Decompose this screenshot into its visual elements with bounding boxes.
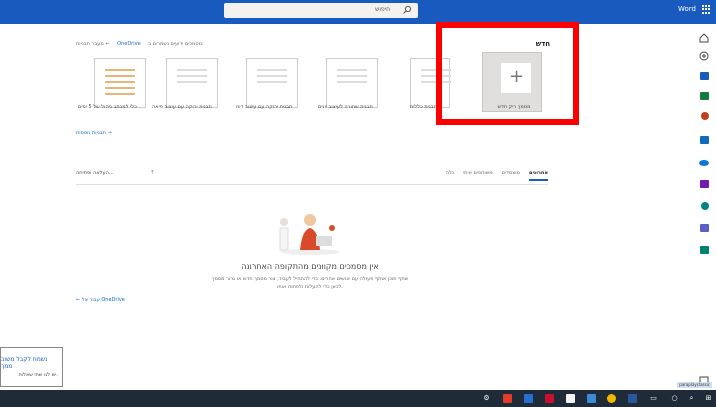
- taskbar: ⚙ ▭ ○ ⌕ ⊞: [0, 390, 716, 407]
- app-title: Word: [678, 5, 696, 13]
- tooltip: paraplayclassic: [677, 382, 712, 388]
- search-input[interactable]: חיפוש: [224, 3, 418, 18]
- sharepoint-icon[interactable]: [698, 200, 710, 212]
- save-location-label: מסמכים ידועים נשמרים ב:: [148, 41, 204, 47]
- top-bar: חיפוש Word: [0, 0, 716, 24]
- outlook-icon[interactable]: [698, 134, 710, 146]
- more-templates-link-bottom[interactable]: תבניות נוספות →: [76, 130, 112, 136]
- word-icon[interactable]: [692, 70, 710, 82]
- app-icon[interactable]: [545, 394, 554, 403]
- template-label: תבנית ירוקה עם עיצוב דוח: [236, 104, 293, 110]
- toast-text: יש לנו שתי שאלות.: [18, 372, 58, 378]
- template-label: תבנית כללית: [410, 104, 437, 110]
- tab-recent[interactable]: אחרונים: [528, 170, 548, 181]
- acrobat-icon[interactable]: [503, 394, 512, 403]
- app-launcher-icon[interactable]: [702, 5, 711, 14]
- upload-open-button[interactable]: העלאה ופתיחה... ⤒: [76, 170, 153, 176]
- powerpoint-icon[interactable]: [698, 110, 710, 122]
- onedrive-location-link[interactable]: OneDrive: [117, 41, 141, 47]
- word-icon[interactable]: [628, 394, 637, 403]
- file-tabs: אחרונים מוצמדים משותפים איתי גלה: [446, 170, 548, 181]
- upload-label: העלאה ופתיחה...: [76, 170, 114, 176]
- mail-icon[interactable]: [587, 394, 596, 403]
- empty-state-title: אין מסמכים מקוונים מהתקופה האחרונה: [241, 262, 379, 271]
- taskview-icon[interactable]: ▭: [649, 394, 658, 403]
- template-card[interactable]: [94, 58, 146, 108]
- template-card[interactable]: [166, 58, 218, 108]
- go-to-onedrive-link[interactable]: ← עבור אל OneDrive: [76, 297, 125, 303]
- tab-pinned[interactable]: מוצמדים: [502, 170, 520, 181]
- sway-icon[interactable]: [698, 244, 710, 256]
- template-label: כלי למכתב ניהול של 5 ימים: [78, 104, 137, 110]
- upload-icon: ⤒: [151, 170, 154, 176]
- search-icon: [402, 5, 412, 15]
- cortana-icon[interactable]: ○: [670, 394, 679, 403]
- highlight-box: [436, 22, 579, 125]
- search-placeholder: חיפוש: [375, 6, 390, 13]
- chrome-icon[interactable]: [607, 394, 616, 403]
- empty-state-text: שתף תוכן ושתף פעולה עם אנשים אחרים. כדי …: [211, 276, 409, 282]
- store-icon[interactable]: [566, 394, 575, 403]
- teams-icon[interactable]: [698, 222, 710, 234]
- more-templates-link[interactable]: מעבר תבניות ←: [76, 41, 110, 47]
- empty-state-text-2: לכאן כדי להעלות ולפתוח אותו.: [277, 284, 343, 290]
- divider: [76, 184, 548, 185]
- settings-icon[interactable]: ⚙: [482, 394, 491, 403]
- onedrive-icon[interactable]: [698, 156, 710, 168]
- onenote-icon[interactable]: [698, 178, 710, 190]
- start-icon[interactable]: ⊞: [704, 394, 713, 403]
- new-icon[interactable]: [698, 50, 710, 62]
- home-icon[interactable]: [698, 32, 710, 44]
- template-label: תבנית שחורה לעיצוב יונים: [318, 104, 373, 110]
- tab-shared[interactable]: משותפים איתי: [463, 170, 493, 181]
- empty-state-illustration: [270, 208, 350, 256]
- search-icon[interactable]: ⌕: [687, 394, 696, 403]
- toast-title: נשמח לקבל משוב ממך: [1, 356, 48, 370]
- template-card[interactable]: [246, 58, 298, 108]
- header-links: מעבר תבניות ← OneDrive מסמכים ידועים נשמ…: [76, 41, 210, 47]
- template-label: תבנית ירוקה עם עיצוב פיאה: [152, 104, 212, 110]
- tab-discover[interactable]: גלה: [446, 170, 454, 181]
- template-card[interactable]: [326, 58, 378, 108]
- feedback-toast[interactable]: נשמח לקבל משוב ממך יש לנו שתי שאלות.: [0, 347, 63, 387]
- app-icon[interactable]: [524, 394, 533, 403]
- app-rail: [692, 24, 716, 390]
- excel-icon[interactable]: [698, 90, 710, 102]
